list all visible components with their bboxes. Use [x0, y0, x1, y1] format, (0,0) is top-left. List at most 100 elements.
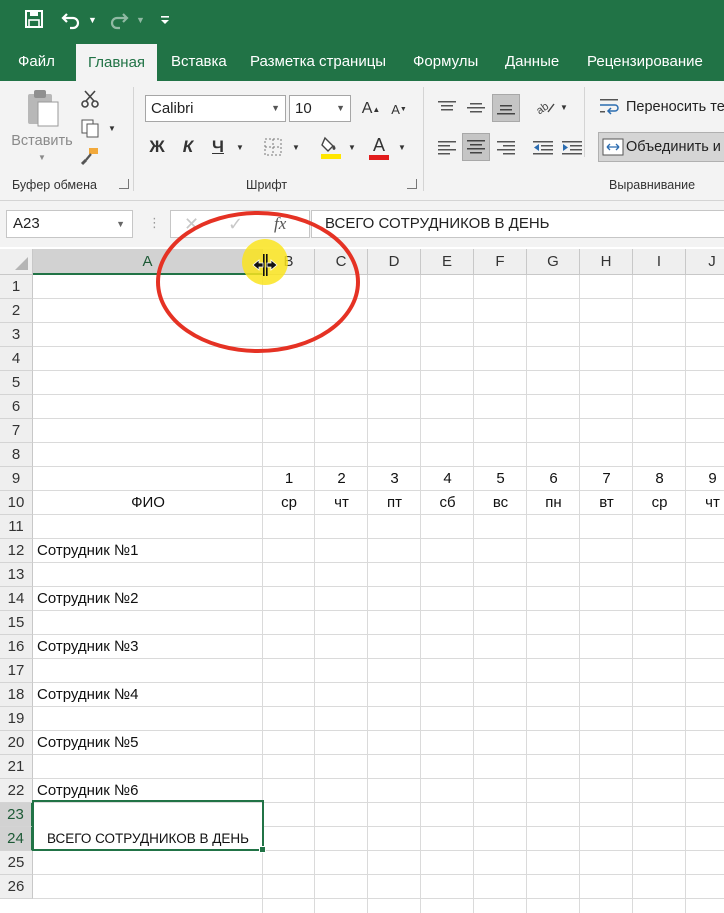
copy-icon[interactable] — [78, 117, 102, 139]
row-header-20[interactable]: 20 — [0, 731, 33, 755]
undo-dropdown-icon[interactable]: ▼ — [88, 8, 97, 32]
orientation-dropdown-icon[interactable]: ▼ — [558, 99, 570, 115]
decrease-indent-icon[interactable] — [532, 137, 554, 159]
font-name-select[interactable]: Calibri ▼ — [145, 95, 286, 122]
day-number-cell[interactable]: 7 — [580, 467, 633, 491]
employee-name-cell[interactable]: Сотрудник №5 — [33, 731, 263, 755]
row-header-12[interactable]: 12 — [0, 539, 33, 563]
day-number-cell[interactable]: 3 — [368, 467, 421, 491]
weekday-cell[interactable]: вс — [474, 491, 527, 515]
wrap-text-button[interactable]: Переносить те — [626, 99, 724, 115]
paste-button[interactable]: Вставить — [10, 131, 74, 151]
day-number-cell[interactable]: 4 — [421, 467, 474, 491]
save-icon[interactable] — [24, 8, 44, 32]
row-header-2[interactable]: 2 — [0, 299, 33, 323]
format-painter-icon[interactable] — [78, 145, 102, 167]
row-header-8[interactable]: 8 — [0, 443, 33, 467]
column-header-h[interactable]: H — [580, 249, 633, 275]
day-number-cell[interactable]: 6 — [527, 467, 580, 491]
align-middle-icon[interactable] — [465, 97, 487, 119]
day-number-cell[interactable]: 5 — [474, 467, 527, 491]
wrap-text-icon[interactable] — [598, 96, 622, 118]
decrease-font-size-button[interactable]: A ▼ — [388, 97, 410, 121]
align-center-icon[interactable] — [462, 133, 490, 161]
row-header-21[interactable]: 21 — [0, 755, 33, 779]
tab-data[interactable]: Данные — [505, 42, 559, 81]
row-header-16[interactable]: 16 — [0, 635, 33, 659]
tab-formulas[interactable]: Формулы — [413, 42, 478, 81]
row-header-13[interactable]: 13 — [0, 563, 33, 587]
worksheet-grid[interactable]: ABCDEFGHIJ 1 2 3 4 5 6 7 8 9 10 11 12 13 14 15 16 17 18 19… — [0, 249, 724, 913]
row-header-3[interactable]: 3 — [0, 323, 33, 347]
paste-icon[interactable] — [20, 87, 64, 131]
font-color-button[interactable]: A — [366, 133, 392, 161]
weekday-cell[interactable]: сб — [421, 491, 474, 515]
undo-icon[interactable] — [60, 8, 82, 32]
employee-name-cell[interactable]: Сотрудник №3 — [33, 635, 263, 659]
row-header-19[interactable]: 19 — [0, 707, 33, 731]
row-header-4[interactable]: 4 — [0, 347, 33, 371]
fio-header-cell[interactable]: ФИО — [33, 491, 263, 515]
weekday-cell[interactable]: чт — [315, 491, 368, 515]
fill-color-icon[interactable] — [318, 133, 344, 161]
row-header-11[interactable]: 11 — [0, 515, 33, 539]
employee-name-cell[interactable]: Сотрудник №2 — [33, 587, 263, 611]
employee-name-cell[interactable]: Сотрудник №1 — [33, 539, 263, 563]
row-header-26[interactable]: 26 — [0, 875, 33, 899]
tab-page-layout[interactable]: Разметка страницы — [250, 42, 386, 81]
clipboard-launcher-icon[interactable] — [119, 179, 129, 189]
bold-button[interactable]: Ж — [146, 134, 168, 160]
row-header-7[interactable]: 7 — [0, 419, 33, 443]
row-header-24[interactable]: 24 — [0, 827, 33, 851]
underline-dropdown-icon[interactable]: ▼ — [234, 139, 246, 155]
weekday-cell[interactable]: ср — [633, 491, 686, 515]
weekday-cell[interactable]: чт — [686, 491, 724, 515]
align-left-icon[interactable] — [436, 137, 458, 159]
fill-handle[interactable] — [259, 846, 266, 853]
day-number-cell[interactable]: 1 — [263, 467, 315, 491]
row-header-18[interactable]: 18 — [0, 683, 33, 707]
align-bottom-icon[interactable] — [492, 94, 520, 122]
row-header-5[interactable]: 5 — [0, 371, 33, 395]
formula-bar-grip-icon[interactable]: ⋮ — [148, 215, 161, 231]
row-header-14[interactable]: 14 — [0, 587, 33, 611]
fill-color-dropdown-icon[interactable]: ▼ — [346, 139, 358, 155]
row-header-17[interactable]: 17 — [0, 659, 33, 683]
customize-toolbar-icon[interactable] — [160, 8, 170, 32]
day-number-cell[interactable]: 8 — [633, 467, 686, 491]
increase-font-size-button[interactable]: A ▲ — [360, 97, 382, 121]
tab-insert[interactable]: Вставка — [171, 42, 227, 81]
tab-review[interactable]: Рецензирование — [587, 42, 703, 81]
row-header-22[interactable]: 22 — [0, 779, 33, 803]
column-header-f[interactable]: F — [474, 249, 527, 275]
font-size-select[interactable]: 10 ▼ — [289, 95, 351, 122]
tab-file[interactable]: Файл — [18, 42, 55, 81]
italic-button[interactable]: К — [177, 134, 199, 160]
column-header-j[interactable]: J — [686, 249, 724, 275]
day-number-cell[interactable]: 2 — [315, 467, 368, 491]
row-header-15[interactable]: 15 — [0, 611, 33, 635]
borders-dropdown-icon[interactable]: ▼ — [290, 139, 302, 155]
weekday-cell[interactable]: ср — [263, 491, 315, 515]
copy-dropdown-icon[interactable]: ▼ — [106, 119, 118, 137]
redo-icon[interactable] — [108, 8, 130, 32]
underline-button[interactable]: Ч — [207, 134, 229, 160]
select-all-button[interactable] — [0, 249, 33, 275]
increase-indent-icon[interactable] — [561, 137, 583, 159]
merge-center-button[interactable]: Объединить и — [598, 132, 724, 162]
font-color-dropdown-icon[interactable]: ▼ — [396, 139, 408, 155]
row-header-25[interactable]: 25 — [0, 851, 33, 875]
name-box[interactable]: A23 ▼ — [6, 210, 133, 238]
row-header-23[interactable]: 23 — [0, 803, 33, 827]
day-number-cell[interactable]: 9 — [686, 467, 724, 491]
font-launcher-icon[interactable] — [407, 179, 417, 189]
weekday-cell[interactable]: вт — [580, 491, 633, 515]
tab-home[interactable]: Главная — [76, 44, 157, 81]
borders-icon[interactable] — [262, 135, 284, 159]
employee-name-cell[interactable]: Сотрудник №4 — [33, 683, 263, 707]
align-right-icon[interactable] — [495, 137, 517, 159]
selected-range[interactable] — [32, 800, 264, 851]
row-header-1[interactable]: 1 — [0, 275, 33, 299]
weekday-cell[interactable]: пн — [527, 491, 580, 515]
orientation-icon[interactable]: ab — [532, 95, 558, 119]
